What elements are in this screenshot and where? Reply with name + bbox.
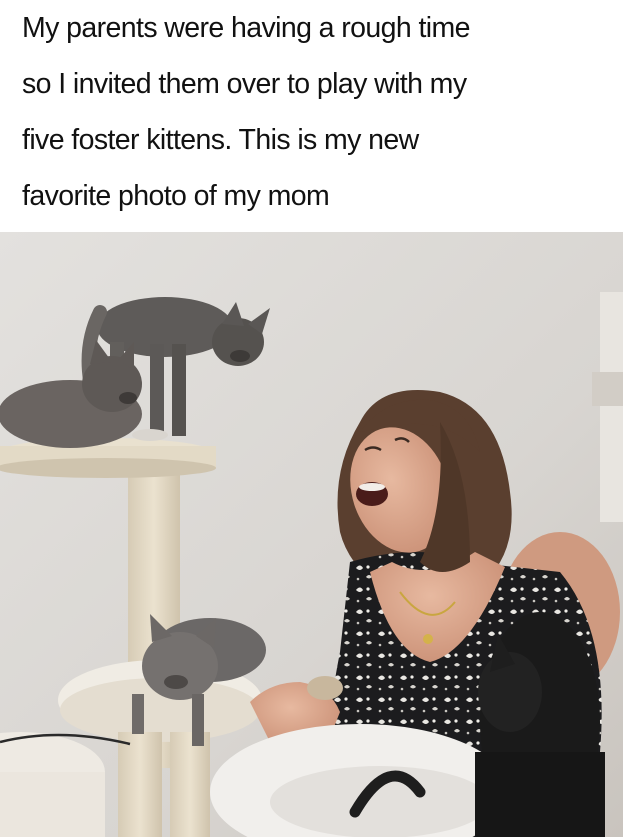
caption-text: My parents were having a rough time so I… — [22, 0, 612, 230]
caption-line: so I invited them over to play with my — [22, 68, 467, 100]
toy-mouse — [307, 676, 343, 700]
caption-line: My parents were having a rough time — [22, 12, 471, 44]
wall-shelf-bracket — [592, 372, 623, 406]
photo-illustration — [0, 232, 623, 837]
caption-line: favorite photo of my mom — [22, 180, 330, 212]
wall-shelf — [600, 292, 623, 522]
photo-mom-with-kittens — [0, 232, 623, 837]
caption-line: five foster kittens. This is my new — [22, 124, 419, 156]
meme-post: My parents were having a rough time so I… — [0, 0, 623, 837]
